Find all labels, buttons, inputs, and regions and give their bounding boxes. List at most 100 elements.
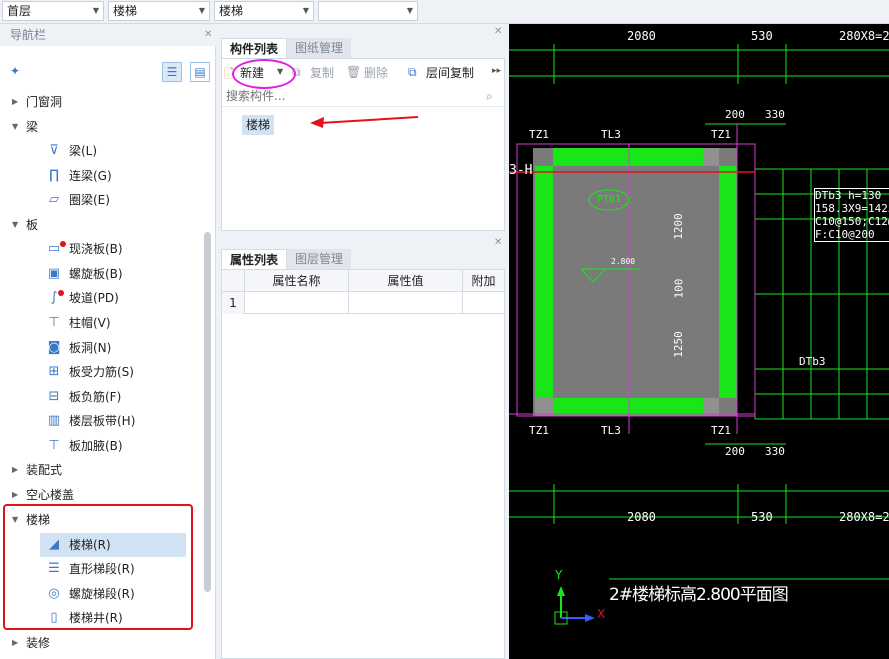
middle-panel: ✕ 构件列表 图纸管理 🗋 新建 ▼ ⧉ 复制 🗑 删除 ⧉ 层间复制 ▸▸ ⌕… bbox=[217, 24, 509, 659]
floor-select[interactable]: 首层 ▼ bbox=[2, 1, 104, 21]
sparkle-icon[interactable]: ✦ bbox=[10, 64, 20, 78]
cad-label: 1200 bbox=[671, 213, 685, 240]
ring-beam-icon: ▱ bbox=[49, 192, 59, 207]
beam-icon: ⊽ bbox=[49, 143, 59, 158]
property-table-header: 属性名称 属性值 附加 bbox=[222, 270, 504, 292]
chevron-down-icon: ▼ bbox=[92, 6, 99, 15]
category-select[interactable]: 楼梯 ▼ bbox=[108, 1, 210, 21]
cad-label: TL3 bbox=[601, 424, 621, 437]
copy-button[interactable]: 复制 bbox=[310, 62, 334, 84]
tab-layer-management[interactable]: 图层管理 bbox=[287, 249, 352, 269]
detail-view-icon[interactable]: ▤ bbox=[190, 62, 210, 82]
chevron-down-icon: ▼ bbox=[198, 6, 205, 15]
list-view-icon[interactable]: ☰ bbox=[162, 62, 182, 82]
property-name-cell[interactable] bbox=[244, 292, 348, 314]
chevron-down-icon[interactable]: ▼ bbox=[12, 115, 18, 139]
column-header-value: 属性值 bbox=[348, 270, 462, 292]
slab-neg-rebar-icon: ⊟ bbox=[48, 389, 60, 404]
component-tabbar: 构件列表 图纸管理 bbox=[217, 36, 507, 59]
search-icon[interactable]: ⌕ bbox=[486, 89, 493, 104]
trash-icon: 🗑 bbox=[346, 65, 362, 79]
chevron-right-icon[interactable]: ▶ bbox=[12, 458, 18, 482]
dim-text: 280X8=2 bbox=[839, 510, 889, 524]
cad-label: DTb3 bbox=[799, 355, 826, 368]
tree-item-link-beam[interactable]: ∏ 连梁(G) bbox=[0, 164, 200, 188]
annotation-circle bbox=[232, 59, 296, 89]
nav-scrollbar[interactable] bbox=[204, 232, 211, 592]
column-header-extra: 附加 bbox=[462, 270, 504, 292]
nav-toolbar: ✦ ☰ ▤ bbox=[0, 60, 216, 86]
component-search: ⌕ bbox=[222, 87, 504, 107]
spiral-slab-icon: ▣ bbox=[47, 266, 61, 281]
slab-haunch-icon: ⊤ bbox=[48, 438, 60, 453]
slab-hole-icon: ◙ bbox=[47, 340, 61, 355]
slab-strip-icon: ▥ bbox=[47, 413, 61, 428]
tree-item-slab-haunch[interactable]: ⊤ 板加腋(B) bbox=[0, 434, 200, 458]
dim-text: 200 bbox=[725, 108, 745, 121]
tree-item-ramp[interactable]: ∫ 坡道(PD) bbox=[0, 286, 200, 310]
tree-item-slab-rebar[interactable]: ⊞ 板受力筋(S) bbox=[0, 360, 200, 384]
row-index: 1 bbox=[222, 292, 244, 314]
red-dot-marker bbox=[60, 241, 66, 247]
tree-item-slab-hole[interactable]: ◙ 板洞(N) bbox=[0, 336, 200, 360]
dim-text: 530 bbox=[751, 29, 773, 43]
chevron-right-icon[interactable]: ▶ bbox=[12, 90, 18, 114]
dim-text: 530 bbox=[751, 510, 773, 524]
close-icon[interactable]: ✕ bbox=[204, 24, 212, 46]
property-extra-cell[interactable] bbox=[462, 292, 504, 314]
tree-category-door-window[interactable]: ▶ 门窗洞 bbox=[0, 90, 200, 114]
delete-button[interactable]: 删除 bbox=[364, 62, 388, 84]
navigation-panel: 导航栏 ✕ ✦ ☰ ▤ ▶ 门窗洞 ▼ 梁 ⊽ 梁(L) ∏ 连梁(G) ▱ 圈梁(E) … bbox=[0, 24, 216, 659]
cad-label: TL3 bbox=[601, 128, 621, 141]
property-value-cell[interactable] bbox=[348, 292, 462, 314]
dim-text: 280X8=2 bbox=[839, 29, 889, 43]
tree-item-slab-neg-rebar[interactable]: ⊟ 板负筋(F) bbox=[0, 385, 200, 409]
annotation-arrow bbox=[310, 116, 419, 128]
dim-text: 200 bbox=[725, 445, 745, 458]
search-input[interactable] bbox=[224, 87, 474, 105]
tree-item-slab-strip[interactable]: ▥ 楼层板带(H) bbox=[0, 409, 200, 433]
component-list-item[interactable]: 楼梯 bbox=[242, 115, 275, 135]
axis-x-label: X bbox=[597, 607, 606, 621]
landing-slab bbox=[533, 148, 737, 416]
table-row[interactable]: 1 bbox=[222, 292, 504, 314]
beam-right bbox=[719, 166, 737, 398]
red-dot-marker bbox=[58, 290, 64, 296]
floor-copy-button[interactable]: 层间复制 bbox=[426, 62, 474, 84]
chevron-down-icon: ▼ bbox=[406, 6, 413, 15]
cad-label: TZ1 bbox=[711, 424, 731, 437]
cad-label: TZ1 bbox=[711, 128, 731, 141]
tab-component-list[interactable]: 构件列表 bbox=[221, 38, 288, 59]
more-icon[interactable]: ▸▸ bbox=[492, 66, 501, 76]
beam-left bbox=[535, 166, 553, 398]
tree-category-beam[interactable]: ▼ 梁 bbox=[0, 115, 200, 139]
tree-category-prefab[interactable]: ▶ 装配式 bbox=[0, 458, 200, 482]
cad-label: TZ1 bbox=[529, 424, 549, 437]
tree-item-beam[interactable]: ⊽ 梁(L) bbox=[0, 139, 200, 163]
annotation-highlight-box bbox=[3, 504, 193, 630]
column-cap-icon: ⊤ bbox=[48, 315, 60, 330]
dim-text: 2080 bbox=[627, 29, 656, 43]
cad-label: 100 bbox=[672, 278, 686, 299]
dim-text: 2080 bbox=[627, 510, 656, 524]
cad-label: PTB1 bbox=[597, 194, 622, 205]
cad-drawing bbox=[509, 44, 889, 625]
slab-rebar-icon: ⊞ bbox=[48, 364, 60, 379]
property-tabbar: 属性列表 图层管理 bbox=[217, 247, 507, 270]
tree-category-decoration[interactable]: ▶ 装修 bbox=[0, 631, 200, 655]
column-header-name: 属性名称 bbox=[244, 270, 348, 292]
tree-item-ring-beam[interactable]: ▱ 圈梁(E) bbox=[0, 188, 200, 212]
cad-drawing-canvas[interactable]: 2080 530 280X8=2 200 330 200 330 2080 53… bbox=[509, 24, 889, 659]
stair-note-box: DTb3 h=130 158.3X9=1425 C10@150;C12@ F:C… bbox=[814, 188, 889, 242]
dim-text: 330 bbox=[765, 445, 785, 458]
tab-property-list[interactable]: 属性列表 bbox=[221, 249, 288, 270]
tree-category-slab[interactable]: ▼ 板 bbox=[0, 213, 200, 237]
tree-item-cast-slab[interactable]: ▭ 现浇板(B) bbox=[0, 237, 200, 261]
tree-item-column-cap[interactable]: ⊤ 柱帽(V) bbox=[0, 311, 200, 335]
chevron-down-icon[interactable]: ▼ bbox=[12, 213, 18, 237]
chevron-right-icon[interactable]: ▶ bbox=[12, 631, 18, 655]
tree-item-spiral-slab[interactable]: ▣ 螺旋板(B) bbox=[0, 262, 200, 286]
type-select[interactable]: 楼梯 ▼ bbox=[214, 1, 314, 21]
component-select[interactable]: ▼ bbox=[318, 1, 418, 21]
tab-drawing-management[interactable]: 图纸管理 bbox=[287, 38, 352, 58]
